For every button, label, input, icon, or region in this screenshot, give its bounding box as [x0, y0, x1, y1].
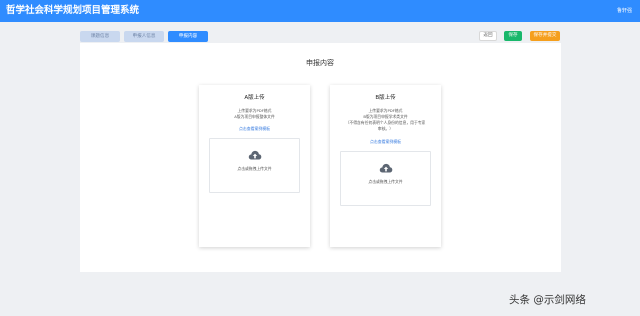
app-title: 哲学社会科学规划项目管理系统 [6, 5, 140, 16]
upload-dropzone[interactable]: 点击或拖拽上传文件 [340, 151, 431, 206]
user-name[interactable]: 鲁轩强 [617, 7, 632, 15]
return-button[interactable]: 返回 [479, 31, 497, 41]
cloud-upload-icon [248, 150, 262, 160]
section-title: 申报内容 [306, 59, 334, 67]
card-note: 审核。） [377, 126, 394, 131]
content-panel [80, 43, 561, 272]
card-title: B版上传 [375, 95, 396, 101]
card-title: A版上传 [244, 95, 265, 101]
card-note: 上传要求为PDF格式 [237, 108, 272, 113]
upload-hint: 点击或拖拽上传文件 [237, 166, 272, 171]
upload-card-a: A版上传 上传要求为PDF格式 A版为项目申报整体文件 点击查看案例模板 点击或… [199, 85, 310, 247]
upload-hint: 点击或拖拽上传文件 [368, 179, 403, 184]
template-link[interactable]: 点击查看案例模板 [330, 139, 441, 145]
save-button[interactable]: 保存 [504, 31, 522, 41]
save-and-submit-button[interactable]: 保存并提交 [530, 31, 560, 41]
card-note: 上传要求为PDF格式 [368, 108, 403, 113]
cloud-upload-icon [379, 163, 393, 173]
tab-applicant-info[interactable]: 申报人信息 [124, 31, 164, 42]
card-note: A版为项目申报整体文件 [234, 114, 275, 119]
template-link[interactable]: 点击查看案例模板 [199, 126, 310, 132]
upload-card-b: B版上传 上传要求为PDF格式 B版为项目申报学术类文件 （不得含有任何表明个人… [330, 85, 441, 247]
card-note: B版为项目申报学术类文件 [363, 114, 408, 119]
tab-application-content[interactable]: 申报内容 [168, 31, 208, 42]
watermark: 头条 @示剑网络 [509, 294, 586, 306]
top-bar: 哲学社会科学规划项目管理系统 鲁轩强 [0, 0, 640, 22]
card-note: （不得含有任何表明个人身份的信息，用于专家 [345, 120, 426, 125]
tab-project-info[interactable]: 课题信息 [80, 31, 120, 42]
upload-dropzone[interactable]: 点击或拖拽上传文件 [209, 138, 300, 193]
